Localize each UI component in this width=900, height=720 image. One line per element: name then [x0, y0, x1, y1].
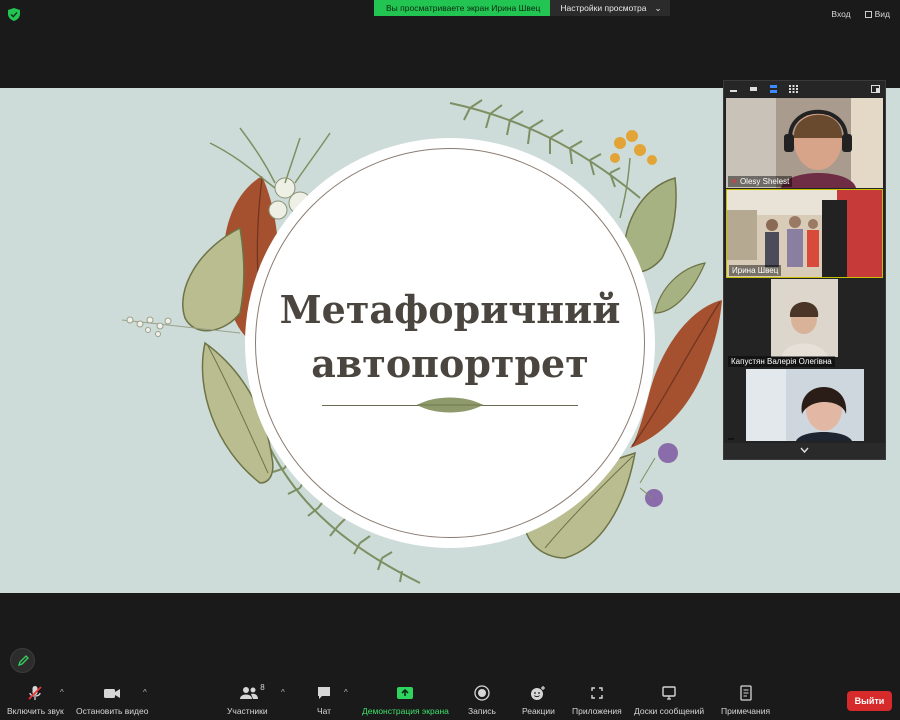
yellow-flowers	[610, 130, 657, 165]
reactions-label: Реакции	[522, 706, 555, 716]
whiteboard-icon	[662, 686, 676, 700]
participant-name: Капустян Валерія Олегівна	[728, 356, 835, 367]
collapse-panel-button[interactable]	[724, 443, 885, 459]
notes-button[interactable]: Примечания	[721, 685, 770, 716]
participant-video	[771, 279, 838, 357]
chat-label: Чат	[316, 706, 332, 716]
record-icon	[474, 685, 490, 701]
video-tile-kapustian[interactable]: Капустян Валерія Олегівна	[726, 279, 883, 368]
login-button[interactable]: Вход	[831, 9, 850, 19]
gallery-view-icon[interactable]	[789, 85, 798, 93]
stop-video-label: Остановить видео	[76, 706, 149, 716]
zoom-meeting-window: Вы просматриваете экран Ирина Швец Настр…	[0, 0, 900, 720]
share-screen-label: Демонстрация экрана	[362, 706, 449, 716]
side-by-side-icon[interactable]	[871, 85, 880, 93]
reactions-button[interactable]: Реакции	[522, 685, 555, 716]
slide-title: Метафоричний автопортрет	[245, 283, 655, 391]
smiley-icon	[531, 686, 546, 700]
whiteboards-label: Доски сообщений	[634, 706, 705, 716]
title-line-2: автопортрет	[311, 341, 589, 386]
thumbnail-view-icon[interactable]	[769, 85, 778, 93]
green-leaf-left	[182, 226, 245, 332]
view-options-button[interactable]: Настройки просмотра ⌄	[550, 0, 670, 16]
apps-button[interactable]: Приложения	[572, 685, 622, 716]
notes-icon	[739, 685, 752, 701]
annotate-button[interactable]	[10, 648, 35, 673]
minimize-icon[interactable]	[729, 85, 738, 93]
pencil-icon	[17, 655, 29, 667]
chat-options-caret[interactable]: ^	[344, 688, 348, 697]
leaf-ornament-icon	[417, 397, 483, 413]
participant-video	[746, 369, 864, 441]
apps-label: Приложения	[572, 706, 622, 716]
record-button[interactable]: Запись	[468, 685, 496, 716]
chevron-down-icon: ⌄	[654, 3, 662, 13]
grid-view-icon	[864, 11, 872, 18]
title-circle: Метафоричний автопортрет	[245, 138, 655, 548]
meeting-toolbar: Включить звук ^ Остановить видео ^ 8 Уча…	[0, 675, 900, 720]
video-tile-olesy[interactable]: ✕ Olesy Shelest	[726, 98, 883, 188]
title-line-1: Метафоричний	[279, 287, 621, 332]
active-speaker-icon[interactable]	[749, 85, 758, 93]
participants-icon	[240, 687, 259, 699]
video-camera-icon	[104, 689, 121, 698]
record-label: Запись	[468, 706, 496, 716]
notes-label: Примечания	[721, 706, 771, 716]
sharing-status: Вы просматриваете экран Ирина Швец	[374, 0, 551, 16]
muted-mic-icon: ✕	[731, 177, 740, 186]
audio-options-caret[interactable]: ^	[60, 688, 64, 697]
video-panel-header	[724, 81, 885, 97]
whiteboards-button[interactable]: Доски сообщений	[634, 685, 704, 716]
view-button[interactable]: Вид	[864, 9, 890, 19]
participants-button[interactable]: 8 Участники	[227, 683, 268, 716]
share-banner: Вы просматриваете экран Ирина Швец Настр…	[374, 0, 670, 16]
view-options-label: Настройки просмотра	[560, 3, 647, 13]
top-right-controls: Вход Вид	[831, 9, 890, 19]
chat-button[interactable]: Чат	[316, 685, 332, 716]
unmute-button[interactable]: Включить звук	[7, 685, 64, 716]
share-screen-button[interactable]: Демонстрация экрана	[362, 685, 449, 716]
participants-options-caret[interactable]: ^	[281, 688, 285, 697]
participants-count: 8	[260, 683, 265, 692]
muted-mic-icon	[28, 686, 42, 700]
chevron-down-icon	[800, 447, 809, 454]
top-bar: Вы просматриваете экран Ирина Швец Настр…	[0, 0, 900, 30]
participant-name	[728, 438, 734, 440]
participant-name: ✕ Olesy Shelest	[728, 176, 793, 187]
chat-icon	[318, 687, 330, 699]
participant-name: Ирина Швец	[729, 265, 782, 276]
participants-label: Участники	[227, 706, 268, 716]
view-label: Вид	[874, 9, 890, 19]
purple-flowers	[645, 443, 678, 507]
shield-icon[interactable]	[8, 8, 20, 21]
unmute-label: Включить звук	[7, 706, 64, 716]
video-options-caret[interactable]: ^	[143, 688, 147, 697]
participant-video	[726, 98, 883, 188]
green-leaf-right-2	[654, 262, 707, 314]
video-panel: ✕ Olesy Shelest Ирина Швец Капустян Вале…	[723, 80, 886, 460]
apps-icon	[591, 687, 603, 699]
video-tile-participant-4[interactable]	[726, 369, 883, 441]
stop-video-button[interactable]: Остановить видео	[76, 685, 148, 716]
share-screen-icon	[397, 687, 414, 699]
leave-meeting-button[interactable]: Выйти	[847, 691, 892, 711]
video-tile-irina[interactable]: Ирина Швец	[726, 189, 883, 278]
